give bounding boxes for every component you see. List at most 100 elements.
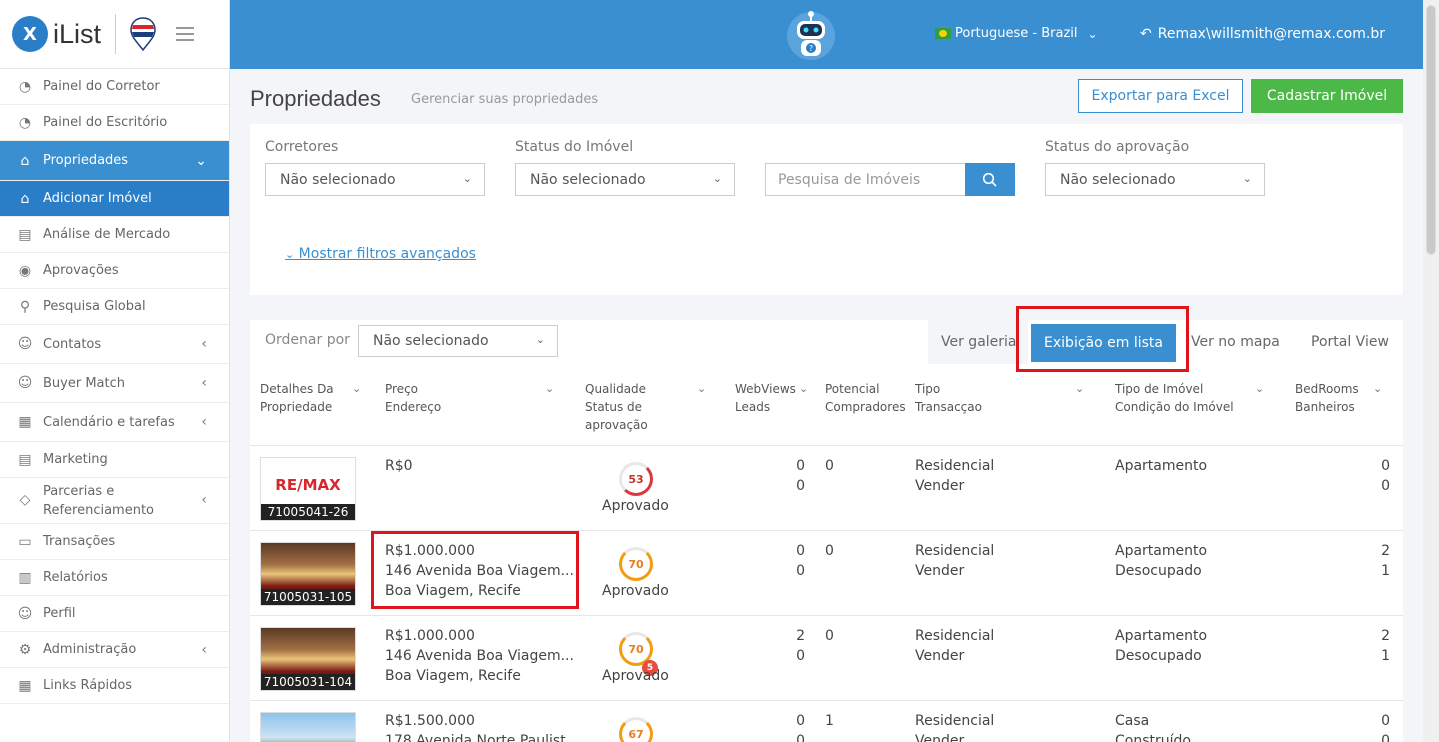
property-thumbnail[interactable]: RE/MAX 71005041-26 bbox=[260, 457, 356, 521]
column-header-webviews[interactable]: WebViews Leads ⌄ bbox=[735, 380, 808, 416]
header-text: Compradores bbox=[825, 400, 906, 414]
remax-logo: RE/MAX bbox=[275, 476, 341, 494]
status-imovel-select[interactable]: Não selecionado ⌄ bbox=[515, 163, 735, 196]
property-thumbnail[interactable]: 71005031-104 bbox=[260, 627, 356, 691]
hamburger-menu-icon[interactable] bbox=[176, 27, 195, 41]
advanced-filters-link[interactable]: ⌄ Mostrar filtros avançados bbox=[285, 246, 476, 262]
page-scrollbar[interactable] bbox=[1423, 0, 1439, 742]
robot-assistant-icon[interactable]: ? bbox=[785, 8, 837, 62]
view-gallery-tab[interactable]: Ver galeria bbox=[928, 320, 1028, 364]
sidebar-item-buyer-match[interactable]: ☺ Buyer Match ‹ bbox=[0, 364, 229, 403]
sidebar-item-relatorios[interactable]: ▥ Relatórios bbox=[0, 560, 229, 596]
sidebar-item-aprovacoes[interactable]: ◉ Aprovações bbox=[0, 253, 229, 289]
sidebar: X iList ◔ Painel do Corretor ◔ Painel do E… bbox=[0, 0, 230, 742]
transacao: Vender bbox=[915, 648, 965, 664]
column-header-compradores[interactable]: Potencial Compradores bbox=[825, 380, 910, 416]
order-select[interactable]: Não selecionado ⌄ bbox=[358, 325, 558, 357]
sidebar-item-propriedades[interactable]: ⌂ Propriedades ⌄ bbox=[0, 141, 229, 181]
sidebar-item-contatos[interactable]: ☺ Contatos ‹ bbox=[0, 325, 229, 364]
property-search-input[interactable]: Pesquisa de Imóveis bbox=[765, 163, 967, 196]
property-thumbnail[interactable]: 71005031-105 bbox=[260, 542, 356, 606]
logout-arrow-icon: ↶ bbox=[1140, 26, 1152, 42]
table-row[interactable]: RE/MAX 71005041-26 R$0 53 Aprovado 0 0 0… bbox=[250, 445, 1403, 530]
tipo-imovel: Apartamento bbox=[1115, 458, 1208, 474]
condicao: Construído bbox=[1115, 733, 1191, 742]
column-header-detalhes[interactable]: Detalhes Da Propriedade ⌄ bbox=[260, 380, 361, 416]
user-icon: ☺ bbox=[17, 605, 33, 622]
sidebar-item-adicionar-imovel[interactable]: ⌂ Adicionar Imóvel bbox=[0, 181, 229, 217]
chevron-down-icon: ⌄ bbox=[1373, 382, 1383, 395]
ilist-logo-icon[interactable]: X bbox=[12, 16, 48, 52]
sidebar-item-label: Administração bbox=[43, 642, 137, 657]
sidebar-item-label: Painel do Escritório bbox=[43, 115, 168, 130]
scrollbar-thumb[interactable] bbox=[1426, 5, 1436, 255]
logo-bar: X iList bbox=[0, 0, 229, 69]
price: R$0 bbox=[385, 458, 413, 474]
sidebar-item-parcerias[interactable]: ◇ Parcerias e Referenciamento ‹ bbox=[0, 478, 229, 524]
user-icon: ☺ bbox=[17, 375, 33, 391]
transacao: Vender bbox=[915, 478, 965, 494]
user-menu[interactable]: ↶ Remax\willsmith@remax.com.br bbox=[1140, 26, 1385, 42]
leads: 0 bbox=[796, 648, 805, 664]
table-row[interactable]: 71005031-104 R$1.000.000 146 Avenida Boa… bbox=[250, 615, 1403, 700]
search-button[interactable] bbox=[965, 163, 1015, 196]
chart-icon: ▥ bbox=[18, 569, 32, 586]
sidebar-item-administracao[interactable]: ⚙ Administração ‹ bbox=[0, 632, 229, 668]
banheiros: 0 bbox=[1381, 478, 1390, 494]
status-aprovacao-label: Status do aprovação bbox=[1045, 139, 1190, 155]
export-excel-button[interactable]: Exportar para Excel bbox=[1078, 79, 1243, 113]
handshake-icon: ◇ bbox=[19, 492, 31, 508]
home-icon: ⌂ bbox=[20, 152, 30, 169]
column-header-qualidade[interactable]: Qualidade Status de aprovação ⌄ bbox=[585, 380, 706, 434]
divider bbox=[115, 14, 117, 54]
sidebar-item-label: Buyer Match bbox=[43, 375, 125, 391]
header-text: aprovação bbox=[585, 418, 648, 432]
header-text: Banheiros bbox=[1295, 400, 1355, 414]
sidebar-item-label: Análise de Mercado bbox=[43, 227, 171, 242]
property-code: 71005031-104 bbox=[261, 674, 355, 690]
address-line: 146 Avenida Boa Viagem... bbox=[385, 648, 574, 664]
select-value: Não selecionado bbox=[373, 333, 489, 349]
header-text: Potencial bbox=[825, 382, 880, 396]
portal-view-tab[interactable]: Portal View bbox=[1311, 320, 1389, 364]
banheiros: 1 bbox=[1381, 563, 1390, 579]
add-property-button[interactable]: Cadastrar Imóvel bbox=[1251, 79, 1403, 113]
sidebar-item-painel-escritorio[interactable]: ◔ Painel do Escritório bbox=[0, 105, 229, 141]
tipo-imovel: Apartamento bbox=[1115, 543, 1208, 559]
chevron-down-icon: ⌄ bbox=[352, 382, 362, 395]
sidebar-item-label: Transações bbox=[43, 534, 116, 549]
sidebar-item-painel-corretor[interactable]: ◔ Painel do Corretor bbox=[0, 69, 229, 105]
sidebar-item-label: Painel do Corretor bbox=[43, 79, 160, 94]
building-icon: ▦ bbox=[18, 677, 32, 694]
chevron-down-icon: ⌄ bbox=[1242, 172, 1252, 185]
quality-gauge: 70 bbox=[619, 547, 653, 581]
search-icon: ⚲ bbox=[19, 298, 31, 315]
sidebar-item-analise-mercado[interactable]: ▤ Análise de Mercado bbox=[0, 217, 229, 253]
table-row[interactable]: R$1.500.000 178 Avenida Norte Paulist...… bbox=[250, 700, 1403, 742]
status-aprovacao-select[interactable]: Não selecionado ⌄ bbox=[1045, 163, 1265, 196]
property-code: 71005031-105 bbox=[261, 589, 355, 605]
chevron-down-icon: ⌄ bbox=[195, 152, 207, 169]
sidebar-item-links-rapidos[interactable]: ▦ Links Rápidos bbox=[0, 668, 229, 704]
language-selector[interactable]: Portuguese - Brazil ⌄ bbox=[935, 26, 1098, 41]
sidebar-item-calendario[interactable]: ▦ Calendário e tarefas ‹ bbox=[0, 403, 229, 442]
column-header-preco[interactable]: Preço Endereço ⌄ bbox=[385, 380, 554, 416]
table-row[interactable]: 71005031-105 R$1.000.000 146 Avenida Boa… bbox=[250, 530, 1403, 615]
sidebar-item-pesquisa-global[interactable]: ⚲ Pesquisa Global bbox=[0, 289, 229, 325]
corretores-select[interactable]: Não selecionado ⌄ bbox=[265, 163, 485, 196]
search-placeholder: Pesquisa de Imóveis bbox=[778, 171, 921, 188]
buyers: 0 bbox=[825, 543, 834, 559]
briefcase-icon: ▭ bbox=[18, 533, 32, 550]
view-map-tab[interactable]: Ver no mapa bbox=[1191, 320, 1280, 364]
property-thumbnail[interactable] bbox=[260, 712, 356, 742]
brand-name: iList bbox=[53, 18, 102, 49]
sidebar-item-perfil[interactable]: ☺ Perfil bbox=[0, 596, 229, 632]
header-text: Tipo de Imóvel bbox=[1115, 382, 1204, 396]
svg-text:?: ? bbox=[809, 44, 813, 53]
sidebar-item-transacoes[interactable]: ▭ Transações bbox=[0, 524, 229, 560]
status-imovel-label: Status do Imóvel bbox=[515, 139, 634, 155]
column-header-tipo-imovel[interactable]: Tipo de Imóvel Condição do Imóvel ⌄ bbox=[1115, 380, 1264, 416]
sidebar-item-marketing[interactable]: ▤ Marketing bbox=[0, 442, 229, 478]
column-header-tipo[interactable]: Tipo Transacçao ⌄ bbox=[915, 380, 1084, 416]
column-header-bedrooms[interactable]: BedRooms Banheiros ⌄ bbox=[1295, 380, 1382, 416]
